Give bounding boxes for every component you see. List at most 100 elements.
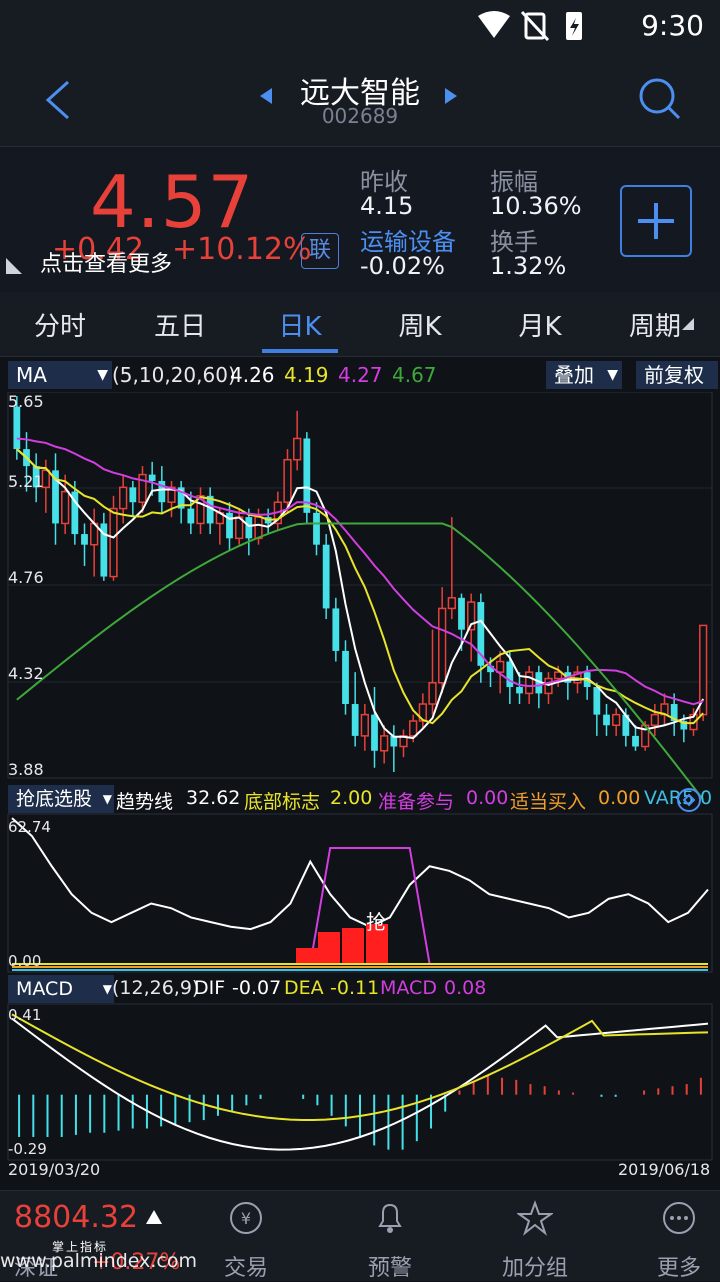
price-axis-4: 4.32 [8,664,44,683]
candle-body [283,458,292,503]
candle-body [632,735,639,747]
ma10-value: 4.19 [284,363,329,387]
macd-selector-label: MACD [16,978,73,1000]
trend-line [11,817,709,931]
macd-selector[interactable]: MACD ▼ [8,975,114,1003]
price-axis-top: 5.65 [8,392,44,411]
candle-body [322,544,330,609]
tab-five-day[interactable]: 五日 [140,306,220,343]
candle-body [603,714,610,726]
grab-signal-bar [296,948,318,964]
dif-value: -0.07 [232,977,282,999]
ma60-value: 4.67 [392,363,437,387]
stock-code: 002689 [321,104,399,128]
indicator-axis-top: 62.74 [8,818,51,836]
chevron-down-icon: ▼ [102,982,112,996]
linked-button[interactable]: 联 [301,233,339,269]
nav-add-group[interactable]: 加分组 [495,1250,575,1282]
buy-label: 适当买入 [510,791,587,813]
candle-body [138,473,147,503]
chevron-down-icon: ▼ [607,367,618,383]
price-axis-bottom: 3.88 [8,760,44,779]
indicator-selector[interactable]: 抢底选股 ▼ [8,785,114,813]
grab-signal-bar [342,928,364,964]
date-end: 2019/06/18 [618,1160,711,1179]
candle-body [428,682,437,705]
ma5-value: 4.26 [230,363,275,387]
prepare-label: 准备参与 [378,791,455,813]
add-watchlist-button[interactable] [620,185,692,257]
industry-change: -0.02% [360,252,445,280]
wifi-icon [478,11,510,38]
indicator-settings-icon[interactable] [676,787,702,813]
indicator-selector-label: 抢底选股 [16,788,93,810]
tab-daily-k[interactable]: 日K [260,306,340,343]
tab-intraday[interactable]: 分时 [20,306,100,343]
ma-selector[interactable]: MA ▼ [8,361,112,389]
ma20-value: 4.27 [338,363,383,387]
ma-selector-label: MA [16,363,47,387]
watermark: www.palmindex.com [0,1250,198,1272]
candle-body [409,720,418,737]
macd-params: (12,26,9) [112,977,200,999]
price-axis-3: 4.76 [8,568,44,587]
nav-more[interactable]: 更多 [639,1250,719,1282]
candle-body [187,508,195,524]
candle-body [148,474,156,481]
search-icon[interactable] [637,76,683,122]
candle-body [313,512,320,545]
candle-body [293,437,302,461]
ma-params: (5,10,20,60) [112,363,236,387]
more-icon[interactable] [661,1200,697,1236]
bell-icon[interactable] [372,1200,408,1236]
status-icons [478,10,582,42]
candle-body [13,406,21,450]
svg-text:¥: ¥ [241,1209,251,1228]
more-tooltip[interactable]: 点击查看更多 [40,246,172,278]
next-stock-icon[interactable] [443,86,459,106]
candle-body [109,507,118,578]
star-icon[interactable] [517,1200,553,1236]
candle-body [129,487,137,503]
overlay-selector[interactable]: 叠加 ▼ [546,361,622,389]
nav-trade[interactable]: 交易 [206,1250,286,1282]
adjust-selector[interactable]: 前复权 [636,361,718,389]
candle-body [254,516,263,540]
amplitude-value: 10.36% [490,192,582,220]
candle-body [447,597,456,610]
tab-weekly-k[interactable]: 周K [380,306,460,343]
bottom-flag-label: 底部标志 [244,791,321,813]
trend-label: 趋势线 [116,791,174,813]
period-dropdown-icon [682,318,694,330]
candle-body [81,534,88,545]
candle-body [650,713,659,727]
period-tabs [0,292,720,357]
trend-value: 32.62 [186,787,241,809]
tab-monthly-k[interactable]: 月K [500,306,580,343]
macd-indicator [11,1013,709,1151]
candle-body [544,677,553,695]
candle-body [438,607,447,684]
dea-label: DEA [284,977,324,999]
tab-period[interactable]: 周期 [620,306,690,343]
nav-alert[interactable]: 预警 [350,1250,430,1282]
grab-signal-mark: 抢 [366,910,386,934]
trade-icon[interactable]: ¥ [228,1200,264,1236]
candle-body [245,517,253,539]
candle-body [516,687,523,694]
macd-axis-top: 0.41 [8,1006,42,1024]
index-up-icon [146,1210,162,1224]
macd-value: 0.08 [444,977,487,999]
candle-body [593,687,601,715]
candle-body [351,704,359,736]
candle-body [525,671,534,695]
bottom-flag-value: 2.00 [330,787,373,809]
candlestick-series [13,396,708,772]
index-value[interactable]: 8804.32 [14,1200,138,1235]
candle-body [332,608,340,651]
date-start: 2019/03/20 [8,1160,101,1179]
candle-body [119,486,128,510]
indicator-axis-zero: 0.00 [8,952,42,970]
overlay-label: 叠加 [554,363,594,387]
prev-close-value: 4.15 [360,192,414,220]
